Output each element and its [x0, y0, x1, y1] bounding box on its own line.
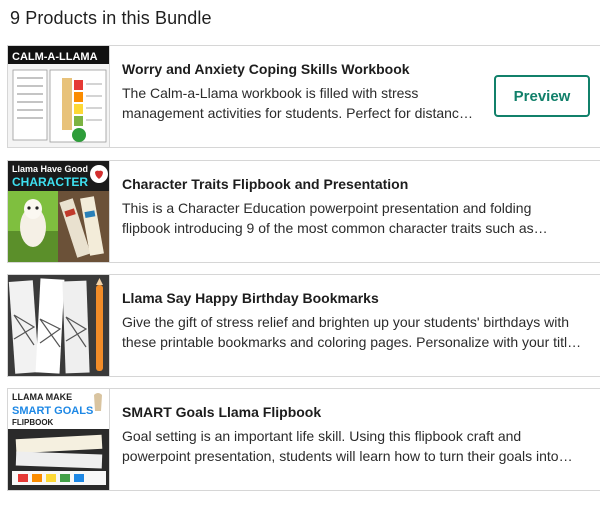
product-description: Give the gift of stress relief and brigh… [122, 314, 575, 350]
product-card[interactable]: CALM-A-LLAMA Worry and Anxiety Coping Sk… [7, 45, 600, 148]
product-description: Goal setting is an important life skill.… [122, 428, 559, 464]
product-title[interactable]: Llama Say Happy Birthday Bookmarks [122, 290, 502, 306]
thumbnail-text: SMART GOALS [12, 405, 93, 417]
product-card[interactable]: Llama Say Happy Birthday Bookmarks Give … [7, 274, 600, 377]
bundle-heading: 9 Products in this Bundle [10, 8, 212, 28]
preview-button[interactable]: Preview [494, 75, 590, 117]
product-title[interactable]: SMART Goals Llama Flipbook [122, 404, 502, 420]
product-description: The Calm-a-Llama workbook is filled with… [122, 85, 467, 121]
thumbnail-text: Llama Have Good [12, 164, 88, 174]
product-title[interactable]: Character Traits Flipbook and Presentati… [122, 176, 502, 192]
thumbnail-text: CHARACTER [12, 175, 88, 189]
product-thumbnail[interactable]: Llama Have Good CHARACTER [8, 161, 110, 262]
product-thumbnail[interactable] [8, 275, 110, 376]
product-thumbnail[interactable]: LLAMA MAKE SMART GOALS FLIPBOOK [8, 389, 110, 490]
thumbnail-text: FLIPBOOK [12, 418, 54, 427]
thumbnail-text: LLAMA MAKE [12, 392, 72, 402]
product-thumbnail[interactable]: CALM-A-LLAMA [8, 46, 110, 147]
product-card[interactable]: LLAMA MAKE SMART GOALS FLIPBOOK SMART Go… [7, 388, 600, 491]
product-card[interactable]: Llama Have Good CHARACTER Character Trai… [7, 160, 600, 263]
thumbnail-text: CALM-A-LLAMA [12, 51, 98, 63]
product-title[interactable]: Worry and Anxiety Coping Skills Workbook [122, 61, 502, 77]
product-description: This is a Character Education powerpoint… [122, 200, 534, 236]
